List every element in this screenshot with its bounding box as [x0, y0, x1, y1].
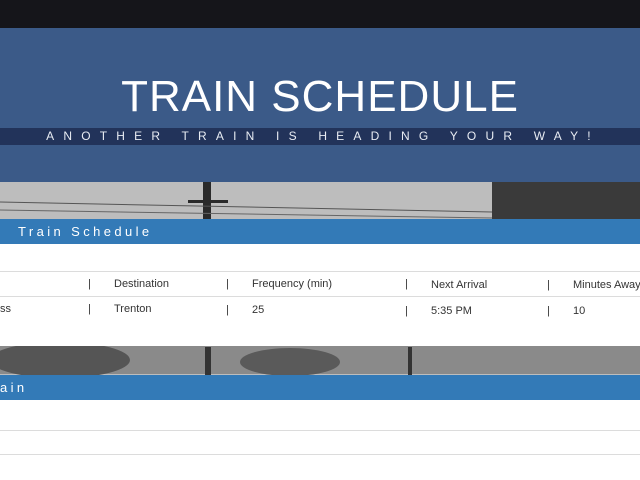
- form-divider: [0, 430, 640, 431]
- destination-cell: Trenton: [114, 303, 152, 315]
- tagline-band: ANOTHER TRAIN IS HEADING YOUR WAY!: [0, 128, 640, 145]
- top-strip: [0, 0, 640, 28]
- table-header-rule-bottom: [0, 296, 640, 297]
- add-train-panel-heading-text: ain: [0, 380, 28, 395]
- column-separator: |: [88, 278, 91, 290]
- tagline: ANOTHER TRAIN IS HEADING YOUR WAY!: [46, 129, 600, 143]
- column-separator: |: [88, 303, 91, 315]
- column-separator: |: [226, 278, 229, 290]
- schedule-panel-heading-text: Train Schedule: [18, 224, 153, 239]
- next-arrival-cell: 5:35 PM: [431, 305, 472, 317]
- minutes-away-cell: 10: [573, 305, 586, 317]
- column-header-next-arrival: Next Arrival: [431, 279, 488, 291]
- table-header-rule-top: [0, 271, 640, 272]
- hero-banner: TRAIN SCHEDULE ANOTHER TRAIN IS HEADING …: [0, 28, 640, 182]
- column-header-destination: Destination: [114, 278, 170, 290]
- column-header-minutes-away: Minutes Away: [573, 279, 640, 291]
- column-separator: |: [226, 304, 229, 316]
- add-train-panel-heading: ain: [0, 375, 640, 400]
- column-header-frequency: Frequency (min): [252, 278, 333, 290]
- add-train-form: [0, 400, 640, 480]
- schedule-panel-heading: Train Schedule: [0, 219, 640, 244]
- column-separator: |: [405, 278, 408, 290]
- column-separator: |: [405, 305, 408, 317]
- schedule-table: | Destination | Frequency (min) | Next A…: [0, 244, 640, 346]
- train-name-cell: ss: [0, 303, 11, 315]
- column-separator: |: [547, 305, 550, 317]
- frequency-cell: 25: [252, 304, 265, 316]
- form-divider: [0, 454, 640, 455]
- column-separator: |: [547, 279, 550, 291]
- page-title: TRAIN SCHEDULE: [121, 72, 519, 121]
